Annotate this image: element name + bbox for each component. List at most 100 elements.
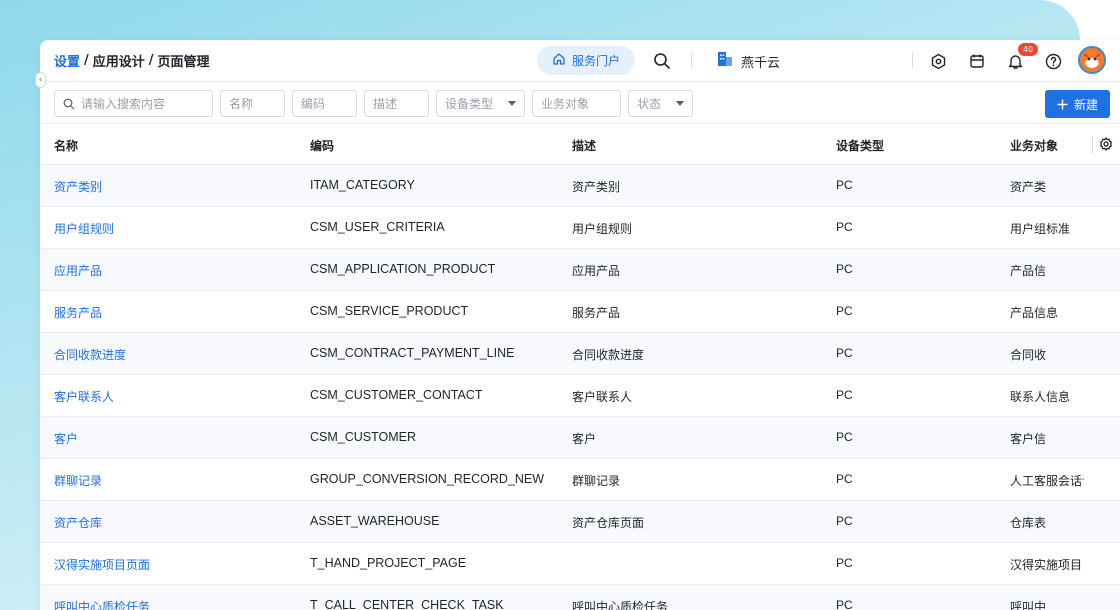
row-business-object: 合同收	[1010, 348, 1047, 362]
row-device-type: PC	[836, 346, 853, 360]
row-device-type: PC	[836, 472, 853, 486]
header-divider	[912, 53, 913, 69]
row-device-type: PC	[836, 262, 853, 276]
tenant-name: 燕千云	[741, 55, 781, 71]
service-portal-label: 服务门户	[571, 54, 620, 68]
column-header-description[interactable]: 描述	[572, 137, 596, 154]
row-business-object: 呼叫中	[1010, 600, 1047, 610]
help-icon[interactable]	[1043, 51, 1063, 71]
row-name-link[interactable]: 客户	[54, 430, 294, 447]
row-code: CSM_APPLICATION_PRODUCT	[310, 262, 496, 276]
building-icon	[716, 50, 734, 72]
row-business-object: 人工客服会话记录	[1010, 474, 1084, 488]
row-code: T_HAND_PROJECT_PAGE	[310, 556, 467, 570]
calendar-icon[interactable]	[967, 51, 987, 71]
row-name-link[interactable]: 合同收款进度	[54, 346, 294, 363]
description-filter[interactable]: 描述	[364, 90, 429, 117]
row-device-type: PC	[836, 430, 853, 444]
row-device-type: PC	[836, 598, 853, 610]
row-name-link[interactable]: 群聊记录	[54, 472, 294, 489]
row-code: CSM_CUSTOMER	[310, 430, 417, 444]
row-business-object: 仓库表	[1010, 516, 1047, 530]
table-row[interactable]: 客户联系人 CSM_CUSTOMER_CONTACT 客户联系人 PC 联系人信…	[40, 375, 1120, 417]
row-name-link[interactable]: 用户组规则	[54, 220, 294, 237]
row-name-link[interactable]: 应用产品	[54, 262, 294, 279]
row-description: 资产仓库页面	[572, 516, 645, 530]
row-description: 应用产品	[572, 264, 621, 278]
device-type-select[interactable]: 设备类型	[436, 90, 525, 117]
description-filter-label: 描述	[373, 97, 398, 111]
row-device-type: PC	[836, 388, 853, 402]
column-header-device-type[interactable]: 设备类型	[836, 137, 884, 154]
row-business-object: 汉得实施项目	[1010, 558, 1083, 572]
column-header-name[interactable]: 名称	[54, 137, 78, 154]
table-row[interactable]: 合同收款进度 CSM_CONTRACT_PAYMENT_LINE 合同收款进度 …	[40, 333, 1120, 375]
column-settings-icon[interactable]	[1099, 137, 1113, 151]
row-code: GROUP_CONVERSION_RECORD_NEW	[310, 472, 545, 486]
row-name-link[interactable]: 资产仓库	[54, 514, 294, 531]
filter-bar: 请输入搜索内容 名称 编码 描述 设备类型 业务对象 状态 新建	[40, 82, 1120, 124]
breadcrumb-app-design[interactable]: 应用设计	[93, 51, 145, 70]
row-code: CSM_CUSTOMER_CONTACT	[310, 388, 483, 402]
tenant-switcher[interactable]: 燕千云	[716, 50, 780, 72]
row-code: CSM_CONTRACT_PAYMENT_LINE	[310, 346, 515, 360]
service-portal-button[interactable]: 服务门户	[537, 46, 635, 75]
row-business-object: 产品信	[1010, 264, 1047, 278]
table-row[interactable]: 应用产品 CSM_APPLICATION_PRODUCT 应用产品 PC 产品信	[40, 249, 1120, 291]
row-business-object: 用户组标准	[1010, 222, 1071, 236]
row-name-link[interactable]: 服务产品	[54, 304, 294, 321]
row-code: CSM_USER_CRITERIA	[310, 220, 445, 234]
sidebar-collapse-handle[interactable]: ‹	[35, 72, 46, 88]
row-device-type: PC	[836, 556, 853, 570]
user-avatar[interactable]	[1078, 46, 1106, 74]
row-business-object: 产品信息	[1010, 306, 1059, 320]
table-row[interactable]: 汉得实施项目页面 T_HAND_PROJECT_PAGE PC 汉得实施项目	[40, 543, 1120, 585]
row-description: 客户联系人	[572, 390, 633, 404]
search-input[interactable]: 请输入搜索内容	[54, 90, 213, 117]
row-code: ITAM_CATEGORY	[310, 178, 415, 192]
name-filter-label: 名称	[229, 97, 254, 111]
row-device-type: PC	[836, 514, 853, 528]
column-header-business-object[interactable]: 业务对象	[1010, 137, 1058, 154]
column-divider	[1092, 136, 1093, 154]
code-filter-label: 编码	[301, 97, 326, 111]
row-name-link[interactable]: 呼叫中心质检任务	[54, 598, 294, 610]
search-icon[interactable]	[652, 51, 672, 71]
row-name-link[interactable]: 客户联系人	[54, 388, 294, 405]
code-filter[interactable]: 编码	[292, 90, 357, 117]
row-device-type: PC	[836, 220, 853, 234]
breadcrumb-current: 页面管理	[157, 55, 210, 70]
business-object-filter[interactable]: 业务对象	[532, 90, 621, 117]
row-device-type: PC	[836, 178, 853, 192]
row-name-link[interactable]: 汉得实施项目页面	[54, 556, 294, 573]
table-row[interactable]: 服务产品 CSM_SERVICE_PRODUCT 服务产品 PC 产品信息	[40, 291, 1120, 333]
header-divider	[691, 53, 692, 69]
name-filter[interactable]: 名称	[220, 90, 285, 117]
table-row[interactable]: 资产仓库 ASSET_WAREHOUSE 资产仓库页面 PC 仓库表	[40, 501, 1120, 543]
breadcrumb: 设置 / 应用设计 / 页面管理	[54, 51, 210, 70]
table-body: 资产类别 ITAM_CATEGORY 资产类别 PC 资产类 用户组规则 CSM…	[40, 165, 1120, 610]
table-header: 名称 编码 描述 设备类型 业务对象	[40, 124, 1120, 165]
table-row[interactable]: 资产类别 ITAM_CATEGORY 资产类别 PC 资产类	[40, 165, 1120, 207]
row-business-object: 客户信	[1010, 432, 1047, 446]
row-description: 合同收款进度	[572, 348, 645, 362]
table-row[interactable]: 客户 CSM_CUSTOMER 客户 PC 客户信	[40, 417, 1120, 459]
row-code: CSM_SERVICE_PRODUCT	[310, 304, 469, 318]
table-row[interactable]: 呼叫中心质检任务 T_CALL_CENTER_CHECK_TASK 呼叫中心质检…	[40, 585, 1120, 610]
row-device-type: PC	[836, 304, 853, 318]
row-business-object: 联系人信息	[1010, 390, 1071, 404]
breadcrumb-settings[interactable]: 设置	[54, 51, 80, 70]
row-business-object: 资产类	[1010, 180, 1047, 194]
home-icon	[552, 52, 566, 69]
column-header-code[interactable]: 编码	[310, 137, 334, 154]
row-description: 用户组规则	[572, 222, 633, 236]
table-row[interactable]: 群聊记录 GROUP_CONVERSION_RECORD_NEW 群聊记录 PC…	[40, 459, 1120, 501]
row-name-link[interactable]: 资产类别	[54, 178, 294, 195]
plus-icon	[1057, 99, 1068, 110]
device-type-label: 设备类型	[445, 97, 494, 111]
new-button[interactable]: 新建	[1045, 90, 1110, 118]
hexagon-settings-icon[interactable]	[928, 51, 948, 71]
status-select[interactable]: 状态	[628, 90, 693, 117]
new-button-label: 新建	[1073, 97, 1098, 112]
table-row[interactable]: 用户组规则 CSM_USER_CRITERIA 用户组规则 PC 用户组标准	[40, 207, 1120, 249]
